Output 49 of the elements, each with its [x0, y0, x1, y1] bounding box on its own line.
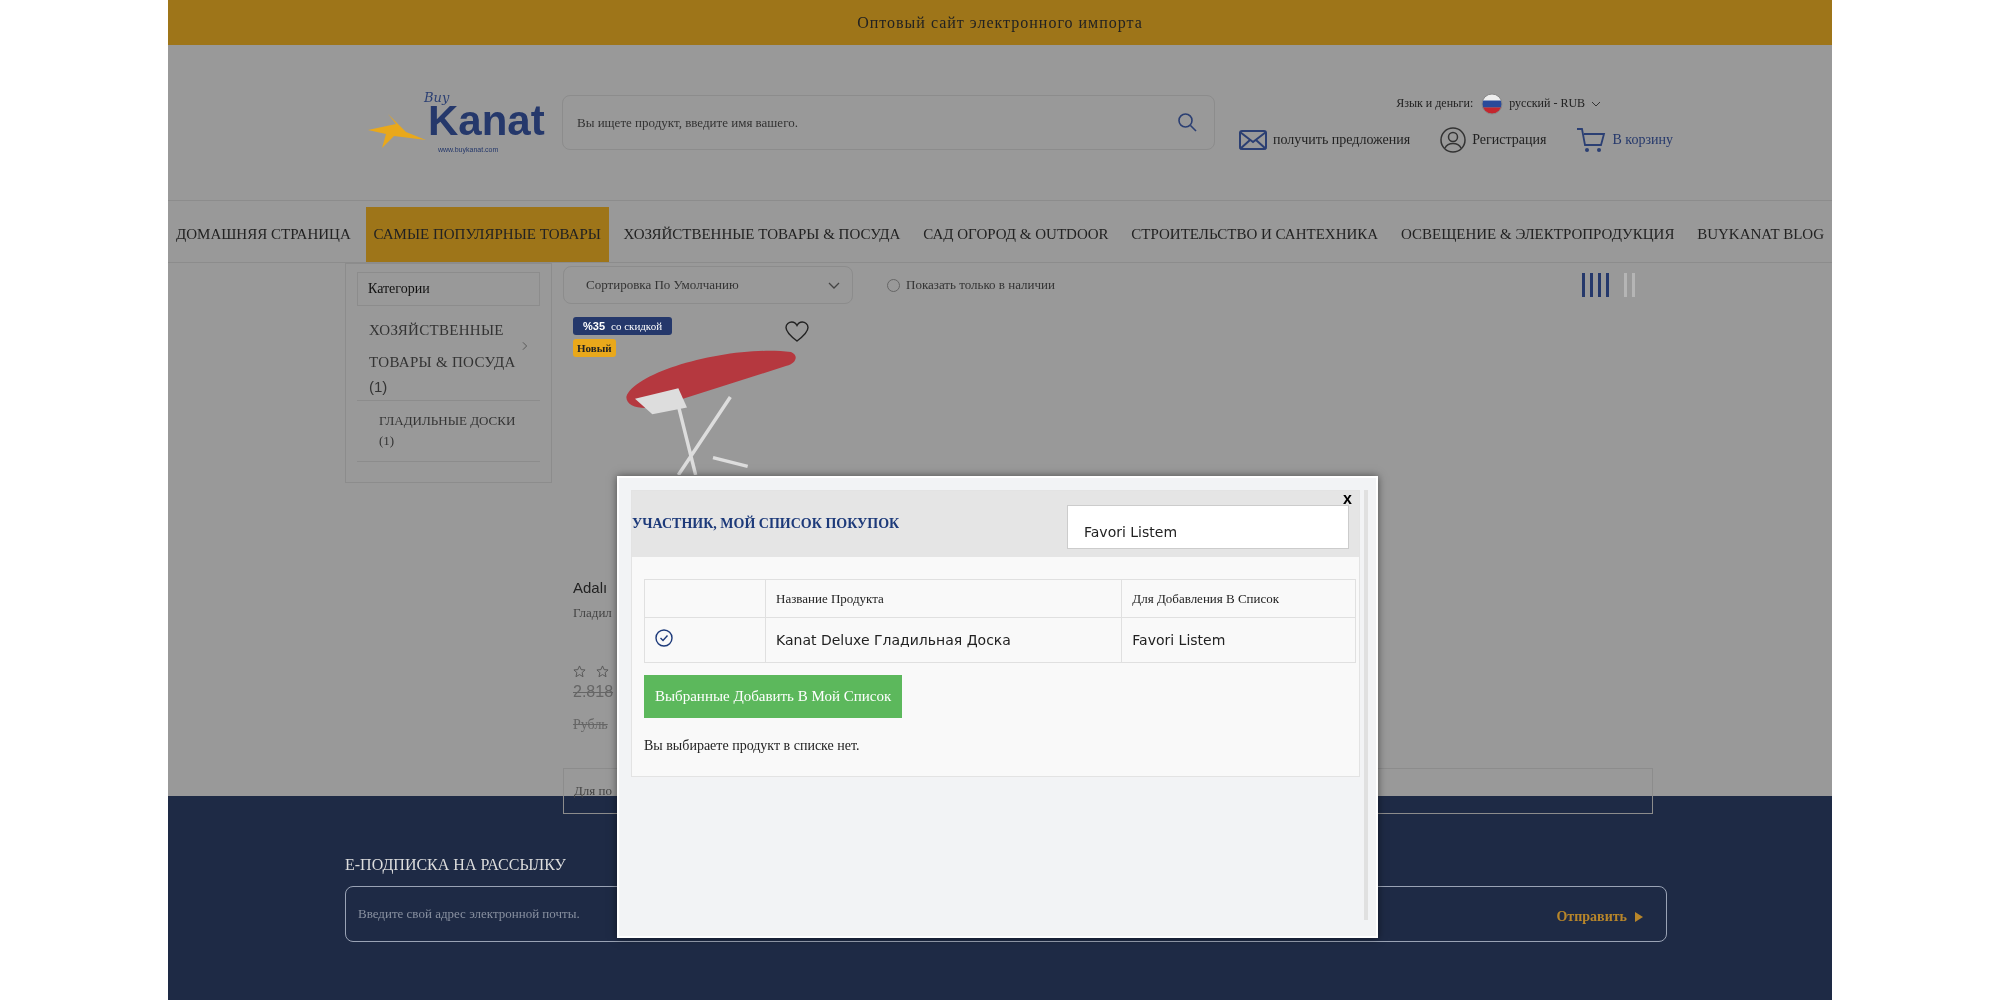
product-subtitle: Гладил	[573, 605, 612, 621]
newsletter-title: E-ПОДПИСКА НА РАССЫЛКУ	[345, 856, 567, 874]
cart-icon	[1576, 126, 1607, 153]
nav-tab[interactable]: ДОМАШНЯЯ СТРАНИЦА	[168, 207, 359, 262]
flag-icon	[1481, 92, 1504, 115]
check-circle-icon[interactable]	[655, 629, 673, 647]
chevron-down-icon	[828, 281, 840, 289]
modal-title: УЧАСТНИК, МОЙ СПИСОК ПОКУПОК	[632, 516, 900, 532]
category-link[interactable]: ХОЗЯЙСТВЕННЫЕ ТОВАРЫ & ПОСУДА	[369, 314, 517, 378]
column-header: Для Добавления В Список	[1121, 579, 1356, 618]
product-cell: Kanat Deluxe Гладильная Доска	[765, 617, 1122, 663]
subcategory-count: (1)	[379, 432, 396, 450]
nav-tab[interactable]: САД ОГОРОД & OUTDOOR	[915, 207, 1117, 262]
star-icon	[596, 665, 609, 678]
subcategory-link[interactable]: ГЛАДИЛЬНЫЕ ДОСКИ	[379, 411, 518, 431]
new-badge: Новый	[573, 339, 616, 357]
send-button[interactable]: Отправить	[1550, 908, 1649, 926]
discount-badge: %35 со скидкой	[573, 317, 673, 335]
nav-tab[interactable]: ОСВЕЩЕНИЕ & ЭЛЕКТРОПРОДУКЦИЯ	[1392, 207, 1683, 262]
nav-tab[interactable]: ХОЗЯЙСТВЕННЫЕ ТОВАРЫ & ПОСУДА	[615, 207, 909, 262]
list-cell: Favori Listem	[1121, 617, 1356, 663]
mail-link[interactable]: получить предложения	[1239, 129, 1411, 150]
user-link[interactable]: Регистрация	[1440, 126, 1547, 153]
in-stock-label: Показать только в наличии	[906, 277, 1055, 293]
list-select[interactable]: Favori Listem	[1067, 505, 1349, 549]
cart-link[interactable]: В корзину	[1576, 126, 1674, 153]
sort-dropdown[interactable]: Сортировка По Умолчанию	[563, 266, 853, 304]
banner-text: Оптовый сайт электронного импорта	[857, 13, 1143, 32]
chevron-right-icon	[522, 341, 528, 351]
star-icon	[573, 665, 586, 678]
search-field[interactable]: Вы ищете продукт, введите имя вашего.	[562, 95, 1215, 150]
play-icon	[1635, 912, 1643, 922]
chevron-down-icon	[1591, 100, 1602, 107]
mail-icon	[1239, 129, 1267, 150]
column-header: Название Продукта	[765, 579, 1122, 618]
category-count: (1)	[369, 378, 388, 395]
category-title: Категории	[357, 272, 540, 306]
nav-tab[interactable]: САМЫЕ ПОПУЛЯРНЫЕ ТОВАРЫ	[365, 207, 609, 262]
locale-dropdown[interactable]: русский - RUB	[1481, 92, 1602, 115]
user-icon	[1440, 126, 1467, 153]
product-title[interactable]: Adalı	[573, 579, 608, 596]
status-message: Вы выбираете продукт в списке нет.	[644, 738, 861, 754]
close-button[interactable]: x	[1343, 490, 1352, 508]
nav-tab[interactable]: СТРОИТЕЛЬСТВО И САНТЕХНИКА	[1123, 207, 1387, 262]
grid-view-icon[interactable]	[1581, 272, 1611, 298]
search-icon[interactable]	[1177, 112, 1197, 132]
nav-tab[interactable]: BUYKANAT BLOG	[1689, 207, 1832, 262]
locale-label: Язык и деньги:	[1396, 96, 1474, 111]
heart-icon[interactable]	[785, 321, 809, 343]
